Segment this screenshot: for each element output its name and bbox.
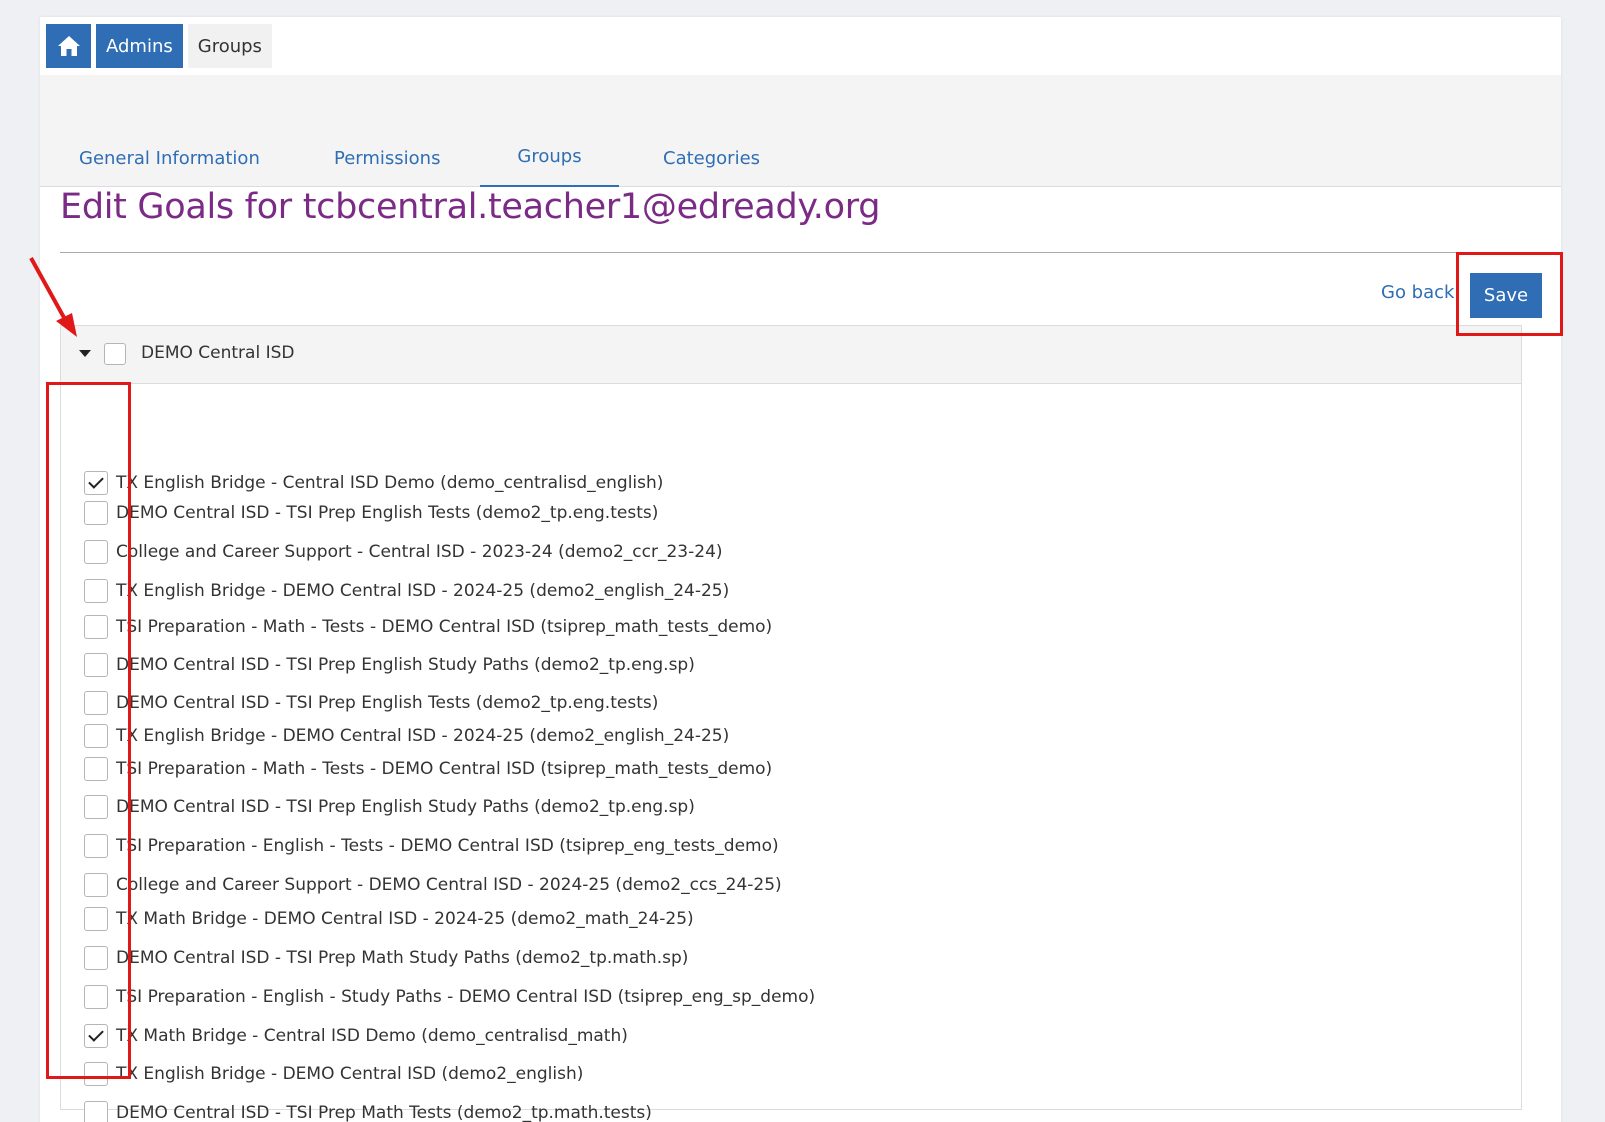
goal-label: TX English Bridge - DEMO Central ISD (de… (116, 1064, 584, 1084)
goal-label: College and Career Support - Central ISD… (116, 542, 723, 562)
goal-label: DEMO Central ISD - TSI Prep English Stud… (116, 797, 695, 817)
red-arrow-icon (29, 257, 77, 337)
home-icon (57, 36, 80, 56)
tab-groups[interactable]: Groups (480, 75, 619, 187)
page-title: Edit Goals for tcbcentral.teacher1@edrea… (60, 187, 881, 227)
tab-permissions[interactable]: Permissions (334, 75, 440, 187)
goal-label: DEMO Central ISD - TSI Prep Math Study P… (116, 948, 689, 968)
goal-label: DEMO Central ISD - TSI Prep English Stud… (116, 655, 695, 675)
tab-bar: General Information Permissions Groups C… (40, 75, 1561, 187)
title-divider (60, 252, 1522, 253)
goal-label: DEMO Central ISD - TSI Prep Math Tests (… (116, 1103, 652, 1122)
goal-label: DEMO Central ISD - TSI Prep English Test… (116, 693, 659, 713)
goal-label: TX Math Bridge - Central ISD Demo (demo_… (116, 1026, 628, 1046)
go-back-link[interactable]: Go back (1381, 282, 1454, 303)
goal-label: TX Math Bridge - DEMO Central ISD - 2024… (116, 909, 694, 929)
breadcrumb-home[interactable] (46, 24, 91, 68)
goal-label: College and Career Support - DEMO Centra… (116, 875, 782, 895)
group-panel: DEMO Central ISD TX English Bridge - Cen… (60, 325, 1522, 1122)
goal-label: TSI Preparation - Math - Tests - DEMO Ce… (116, 759, 773, 779)
breadcrumb-groups[interactable]: Groups (187, 24, 272, 68)
breadcrumb-admins[interactable]: Admins (96, 24, 183, 68)
group-checkbox[interactable] (104, 343, 126, 365)
goal-label: TX English Bridge - Central ISD Demo (de… (116, 473, 664, 493)
goal-checkbox[interactable] (84, 1101, 108, 1122)
goal-label: TSI Preparation - English - Tests - DEMO… (116, 836, 779, 856)
caret-down-icon[interactable] (79, 350, 91, 357)
save-highlight-box (1456, 252, 1563, 336)
group-label: DEMO Central ISD (141, 343, 295, 363)
tab-categories[interactable]: Categories (663, 75, 760, 187)
goal-label: TSI Preparation - Math - Tests - DEMO Ce… (116, 617, 773, 637)
goal-label: TSI Preparation - English - Study Paths … (116, 987, 816, 1007)
goal-label: TX English Bridge - DEMO Central ISD - 2… (116, 726, 730, 746)
tab-general-information[interactable]: General Information (79, 75, 260, 187)
goal-label: TX English Bridge - DEMO Central ISD - 2… (116, 581, 730, 601)
goal-label: DEMO Central ISD - TSI Prep English Test… (116, 503, 659, 523)
group-header: DEMO Central ISD (61, 326, 1521, 384)
breadcrumb: Admins Groups (46, 24, 272, 68)
admin-card: Admins Groups General Information Permis… (40, 17, 1561, 1122)
checkbox-column-highlight-box (46, 382, 131, 1079)
